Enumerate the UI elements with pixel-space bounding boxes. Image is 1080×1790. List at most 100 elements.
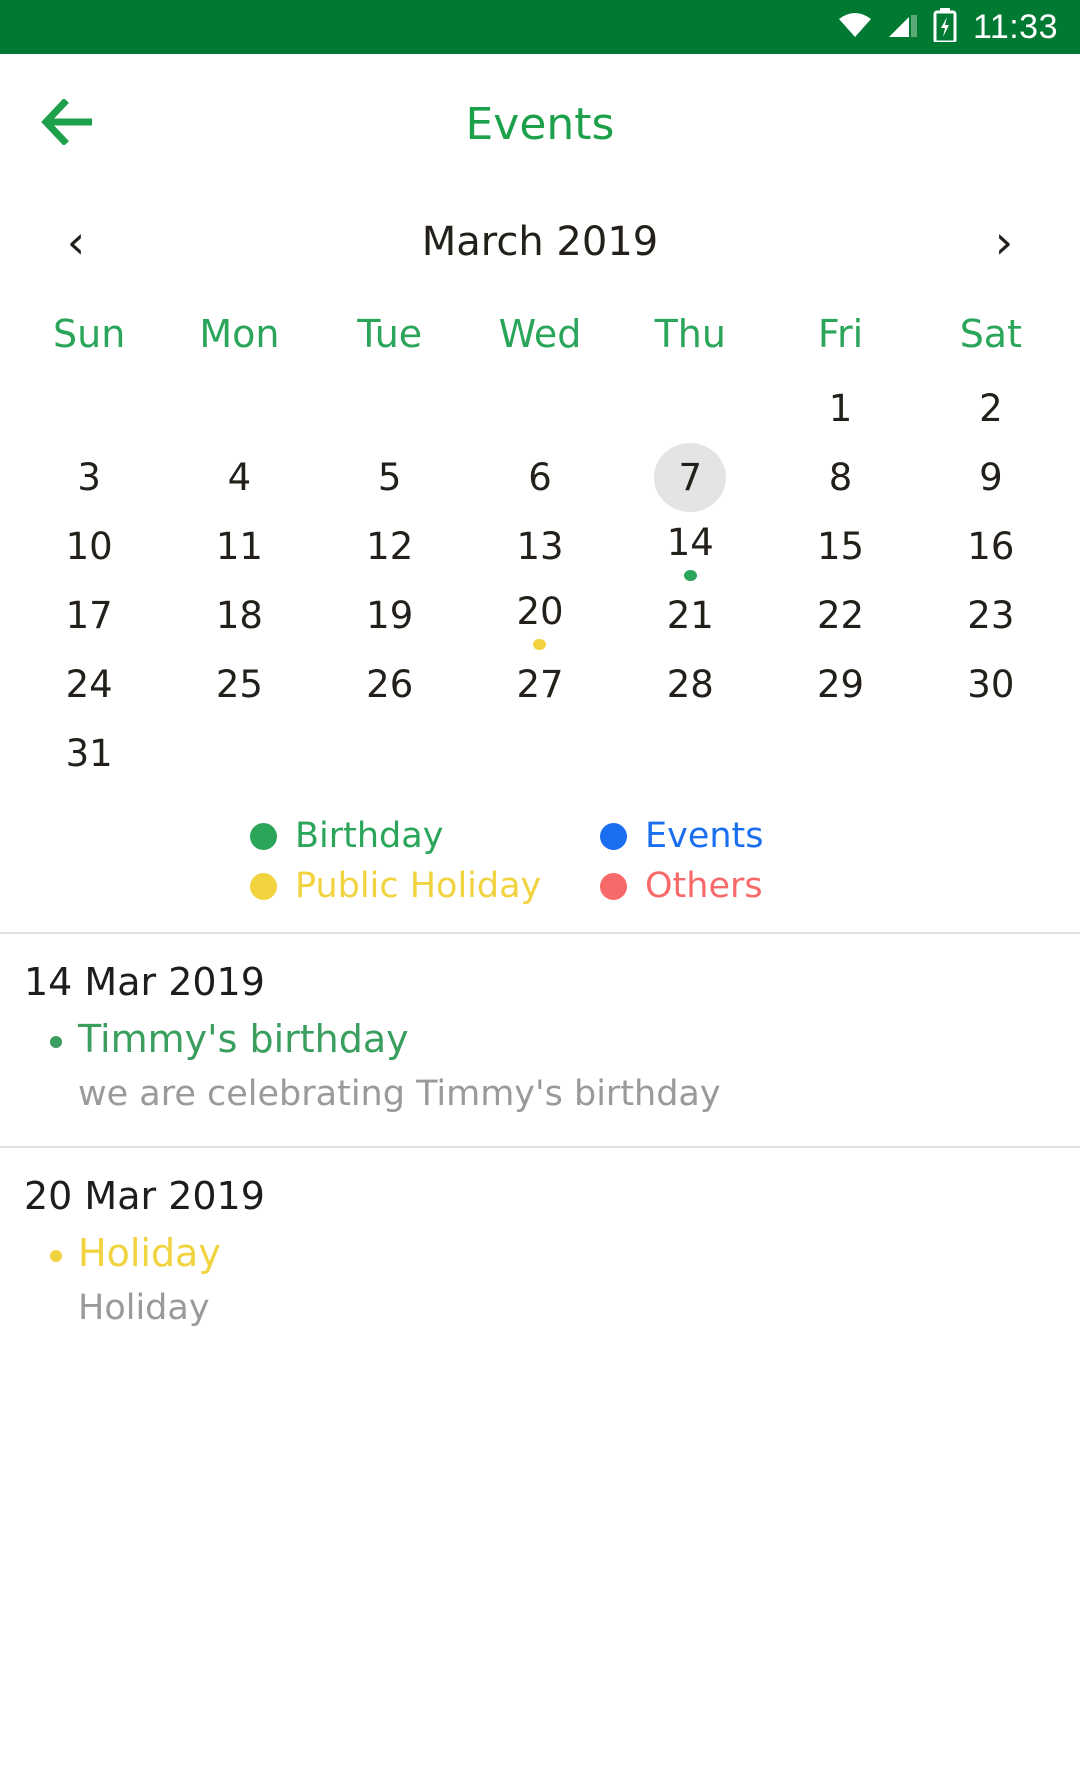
- calendar-day-number: 1: [828, 386, 853, 430]
- event-group[interactable]: 20 Mar 2019 Holiday Holiday: [0, 1148, 1080, 1360]
- calendar-day-31[interactable]: 31: [14, 719, 164, 788]
- current-month-label: March 2019: [421, 219, 659, 265]
- calendar-day-2[interactable]: 2: [916, 374, 1066, 443]
- calendar-grid: Sun Mon Tue Wed Thu Fri Sat 1 2 3 4 5 6 7 8 9 10 11 12 13 1…: [0, 290, 1080, 788]
- back-button[interactable]: [34, 90, 102, 158]
- calendar-day-22[interactable]: 22: [765, 581, 915, 650]
- calendar-day-number: 13: [516, 524, 564, 568]
- calendar-day-11[interactable]: 11: [164, 512, 314, 581]
- weekday-header-sun: Sun: [52, 312, 126, 356]
- calendar-day-19[interactable]: 19: [315, 581, 465, 650]
- calendar-day-30[interactable]: 30: [916, 650, 1066, 719]
- calendar-week-row: 10 11 12 13 14 15 16: [14, 512, 1066, 581]
- calendar-day-13[interactable]: 13: [465, 512, 615, 581]
- calendar-day-number: 30: [967, 662, 1015, 706]
- calendar-day-number: 28: [666, 662, 714, 706]
- calendar-day-9[interactable]: 9: [916, 443, 1066, 512]
- event-group[interactable]: 14 Mar 2019 Timmy's birthday we are celebr…: [0, 934, 1080, 1146]
- legend-color-dot: [600, 822, 627, 850]
- calendar-day-number: 11: [215, 524, 263, 568]
- calendar-day-empty: [765, 719, 915, 788]
- status-clock: 11:33: [972, 7, 1058, 46]
- calendar-day-12[interactable]: 12: [315, 512, 465, 581]
- back-arrow-icon: [40, 97, 96, 150]
- calendar-day-number: 21: [666, 593, 714, 637]
- calendar-day-26[interactable]: 26: [315, 650, 465, 719]
- calendar-day-29[interactable]: 29: [765, 650, 915, 719]
- calendar-day-number: 22: [817, 593, 865, 637]
- calendar-day-14[interactable]: 14: [615, 512, 765, 581]
- calendar-day-number: 16: [967, 524, 1015, 568]
- weekday-header-wed: Wed: [498, 312, 582, 356]
- cellular-signal-icon: [887, 11, 919, 44]
- calendar-day-16[interactable]: 16: [916, 512, 1066, 581]
- calendar-day-4[interactable]: 4: [164, 443, 314, 512]
- calendar-day-25[interactable]: 25: [164, 650, 314, 719]
- wifi-icon: [837, 11, 873, 44]
- calendar-day-number: 23: [967, 593, 1015, 637]
- calendar-day-number: 31: [65, 731, 113, 775]
- calendar-day-number: 29: [817, 662, 865, 706]
- month-navigation: ‹ March 2019 ›: [0, 194, 1080, 290]
- calendar-day-20[interactable]: 20: [465, 581, 615, 650]
- calendar-day-number: 14: [666, 520, 714, 564]
- legend-item-events: Events: [600, 816, 950, 856]
- calendar-day-number: 25: [215, 662, 263, 706]
- calendar-day-17[interactable]: 17: [14, 581, 164, 650]
- calendar-week-row: 31: [14, 719, 1066, 788]
- calendar-day-number: [354, 719, 426, 788]
- calendar-week-row: 17 18 19 20 21 22 23: [14, 581, 1066, 650]
- calendar-day-27[interactable]: 27: [465, 650, 615, 719]
- calendar-week-row: 3 4 5 6 7 8 9: [14, 443, 1066, 512]
- calendar-day-number: 8: [828, 455, 853, 499]
- legend-item-birthday: Birthday: [250, 816, 600, 856]
- next-month-button[interactable]: ›: [976, 214, 1032, 270]
- battery-charging-icon: [933, 7, 957, 47]
- calendar-day-18[interactable]: 18: [164, 581, 314, 650]
- weekday-header-row: Sun Mon Tue Wed Thu Fri Sat: [14, 290, 1066, 374]
- weekday-header-mon: Mon: [199, 312, 280, 356]
- calendar-day-number: 2: [979, 386, 1003, 430]
- calendar-day-6[interactable]: 6: [465, 443, 615, 512]
- status-bar: 11:33: [0, 0, 1080, 54]
- calendar-day-8[interactable]: 8: [765, 443, 915, 512]
- calendar-day-number: 5: [377, 455, 402, 499]
- calendar-day-empty: [465, 374, 615, 443]
- app-bar: Events: [0, 54, 1080, 194]
- calendar-day-23[interactable]: 23: [916, 581, 1066, 650]
- event-date: 20 Mar 2019: [24, 1174, 265, 1218]
- calendar-day-number: 4: [227, 455, 252, 499]
- event-bullet-dot: [50, 1250, 62, 1262]
- calendar-day-24[interactable]: 24: [14, 650, 164, 719]
- calendar-day-10[interactable]: 10: [14, 512, 164, 581]
- calendar-day-21[interactable]: 21: [615, 581, 765, 650]
- event-title: Holiday: [78, 1231, 221, 1275]
- prev-month-button[interactable]: ‹: [48, 214, 104, 270]
- legend-color-dot: [600, 872, 627, 900]
- event-bullet-dot: [50, 1036, 62, 1048]
- calendar-day-number: [805, 719, 877, 788]
- calendar-day-3[interactable]: 3: [14, 443, 164, 512]
- calendar-day-1[interactable]: 1: [765, 374, 915, 443]
- page-title: Events: [465, 98, 615, 150]
- legend-label: Public Holiday: [295, 866, 542, 906]
- calendar-day-number: [354, 374, 426, 443]
- status-icons-group: [837, 7, 957, 47]
- calendar-day-empty: [164, 719, 314, 788]
- calendar-day-empty: [164, 374, 314, 443]
- legend-label: Others: [645, 866, 763, 906]
- legend-label: Birthday: [295, 816, 444, 856]
- calendar-day-7[interactable]: 7: [615, 443, 765, 512]
- calendar-day-5[interactable]: 5: [315, 443, 465, 512]
- calendar-day-15[interactable]: 15: [765, 512, 915, 581]
- calendar-event-dot: [683, 569, 697, 581]
- legend-item-others: Others: [600, 866, 950, 906]
- calendar-day-number: [504, 719, 576, 788]
- calendar-day-28[interactable]: 28: [615, 650, 765, 719]
- calendar-day-number: 9: [979, 455, 1003, 499]
- weekday-header-sat: Sat: [959, 312, 1022, 356]
- calendar-day-number: 18: [215, 593, 263, 637]
- calendar-day-number: [504, 374, 576, 443]
- events-list: 14 Mar 2019 Timmy's birthday we are celebr…: [0, 934, 1080, 1360]
- weekday-header-fri: Fri: [817, 312, 864, 356]
